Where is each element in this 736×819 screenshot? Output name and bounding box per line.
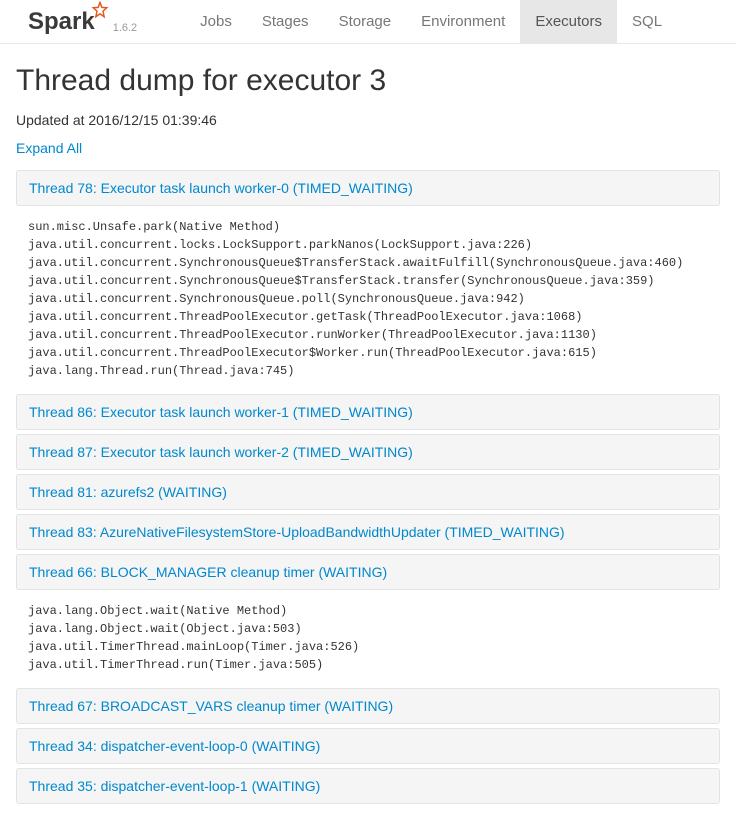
thread-header[interactable]: Thread 66: BLOCK_MANAGER cleanup timer (… bbox=[16, 554, 720, 590]
thread-header[interactable]: Thread 34: dispatcher-event-loop-0 (WAIT… bbox=[16, 728, 720, 764]
thread-stacktrace: java.lang.Object.wait(Native Method) jav… bbox=[16, 594, 720, 688]
thread-header[interactable]: Thread 81: azurefs2 (WAITING) bbox=[16, 474, 720, 510]
nav-tab-storage[interactable]: Storage bbox=[324, 0, 407, 43]
nav-tab-sql[interactable]: SQL bbox=[617, 0, 677, 43]
star-icon bbox=[91, 0, 109, 26]
thread-header[interactable]: Thread 67: BROADCAST_VARS cleanup timer … bbox=[16, 688, 720, 724]
nav-tab-jobs[interactable]: Jobs bbox=[185, 0, 247, 43]
nav-tab-stages[interactable]: Stages bbox=[247, 0, 324, 43]
page-title: Thread dump for executor 3 bbox=[16, 64, 720, 98]
thread-header[interactable]: Thread 78: Executor task launch worker-0… bbox=[16, 170, 720, 206]
thread-list: Thread 78: Executor task launch worker-0… bbox=[16, 170, 720, 804]
updated-text: Updated at 2016/12/15 01:39:46 bbox=[16, 112, 720, 128]
thread-header[interactable]: Thread 83: AzureNativeFilesystemStore-Up… bbox=[16, 514, 720, 550]
nav-tabs: JobsStagesStorageEnvironmentExecutorsSQL bbox=[185, 0, 677, 43]
logo-text: Spark bbox=[28, 8, 95, 36]
thread-header[interactable]: Thread 86: Executor task launch worker-1… bbox=[16, 394, 720, 430]
logo-version: 1.6.2 bbox=[113, 22, 137, 34]
spark-logo[interactable]: Spark 1.6.2 bbox=[28, 8, 137, 36]
expand-all-link[interactable]: Expand All bbox=[16, 140, 82, 156]
nav-tab-executors[interactable]: Executors bbox=[520, 0, 617, 43]
content: Thread dump for executor 3 Updated at 20… bbox=[0, 44, 736, 804]
thread-header[interactable]: Thread 87: Executor task launch worker-2… bbox=[16, 434, 720, 470]
navbar: Spark 1.6.2 JobsStagesStorageEnvironment… bbox=[0, 0, 736, 44]
nav-tab-environment[interactable]: Environment bbox=[406, 0, 520, 43]
thread-header[interactable]: Thread 35: dispatcher-event-loop-1 (WAIT… bbox=[16, 768, 720, 804]
thread-stacktrace: sun.misc.Unsafe.park(Native Method) java… bbox=[16, 210, 720, 394]
